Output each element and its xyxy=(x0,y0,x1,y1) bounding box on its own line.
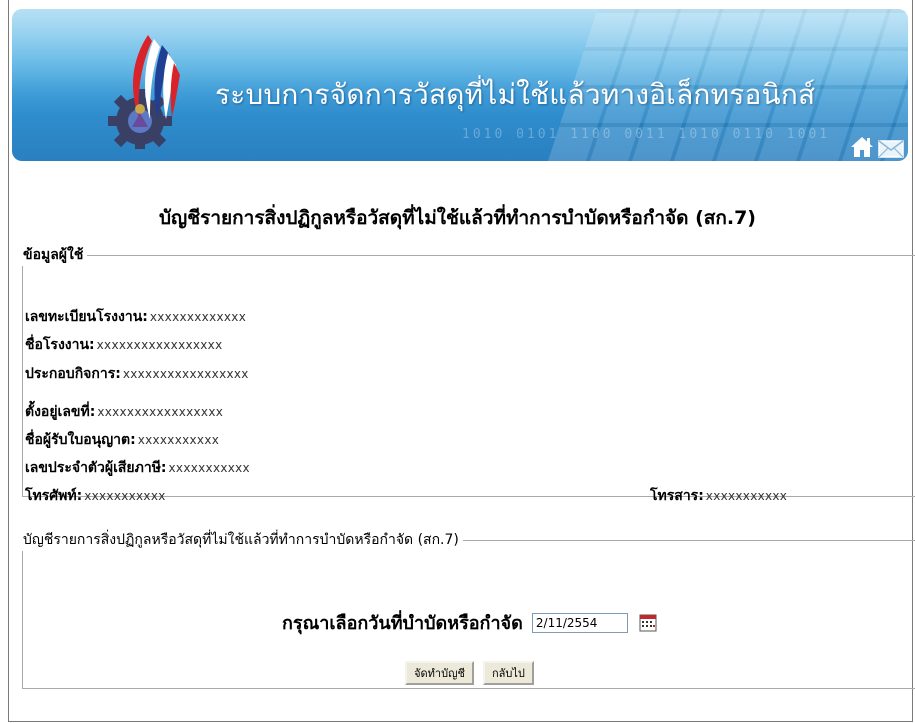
action-buttons: จัดทำบัญชี กลับไป xyxy=(23,661,915,685)
back-button[interactable]: กลับไป xyxy=(483,661,534,685)
home-icon[interactable] xyxy=(850,136,874,158)
gear-flag-logo xyxy=(108,35,180,149)
mail-icon[interactable] xyxy=(878,140,904,158)
calendar-icon[interactable] xyxy=(639,614,657,632)
factory-registration: เลขทะเบียนโรงงาน: xxxxxxxxxxxxx xyxy=(25,309,247,325)
factory-name: ชื่อโรงงาน: xxxxxxxxxxxxxxxxx xyxy=(25,337,223,353)
fax: โทรสาร: xxxxxxxxxxx xyxy=(650,488,788,504)
header-banner: 1010 0101 1100 0011 1010 0110 1001 ระบบก… xyxy=(12,9,908,161)
tax-id: เลขประจำตัวผู้เสียภาษี: xxxxxxxxxxx xyxy=(25,460,250,476)
business-type: ประกอบกิจการ: xxxxxxxxxxxxxxxxx xyxy=(25,366,249,382)
disposal-date-row: กรุณาเลือกวันที่บำบัดหรือกำจัด xyxy=(23,608,915,637)
create-list-button[interactable]: จัดทำบัญชี xyxy=(405,661,474,685)
user-info-legend: ข้อมูลผู้ใช้ xyxy=(23,247,84,263)
disposal-date-label: กรุณาเลือกวันที่บำบัดหรือกำจัด xyxy=(282,613,523,634)
disposal-date-input[interactable] xyxy=(531,612,628,633)
address: ตั้งอยู่เลขที่: xxxxxxxxxxxxxxxxx xyxy=(25,404,224,420)
background-digits: 1010 0101 1100 0011 1010 0110 1001 xyxy=(462,127,831,142)
page-title: บัญชีรายการสิ่งปฏิกูลหรือวัสดุที่ไม่ใช้แ… xyxy=(159,207,756,229)
user-info-section: ข้อมูลผู้ใช้ เลขทะเบียนโรงงาน: xxxxxxxxxx… xyxy=(22,244,915,504)
disposal-list-legend: บัญชีรายการสิ่งปฏิกูลหรือวัสดุที่ไม่ใช้แ… xyxy=(23,532,459,548)
licensee-name: ชื่อผู้รับใบอนุญาต: xxxxxxxxxxx xyxy=(25,432,220,448)
telephone: โทรศัพท์: xxxxxxxxxxx xyxy=(25,488,166,504)
disposal-list-section: บัญชีรายการสิ่งปฏิกูลหรือวัสดุที่ไม่ใช้แ… xyxy=(22,529,915,689)
banner-title: ระบบการจัดการวัสดุที่ไม่ใช้แล้วทางอิเล็ก… xyxy=(215,78,816,111)
